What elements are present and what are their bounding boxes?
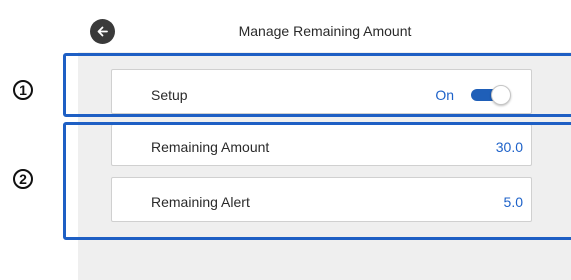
callout-box-1 [63, 53, 571, 117]
callout-number-1: 1 [13, 80, 33, 100]
page-title: Manage Remaining Amount [238, 23, 412, 39]
arrow-left-icon [96, 25, 109, 38]
callout-number-2: 2 [13, 169, 33, 189]
callout-box-2 [63, 122, 571, 240]
back-button[interactable] [90, 19, 115, 44]
